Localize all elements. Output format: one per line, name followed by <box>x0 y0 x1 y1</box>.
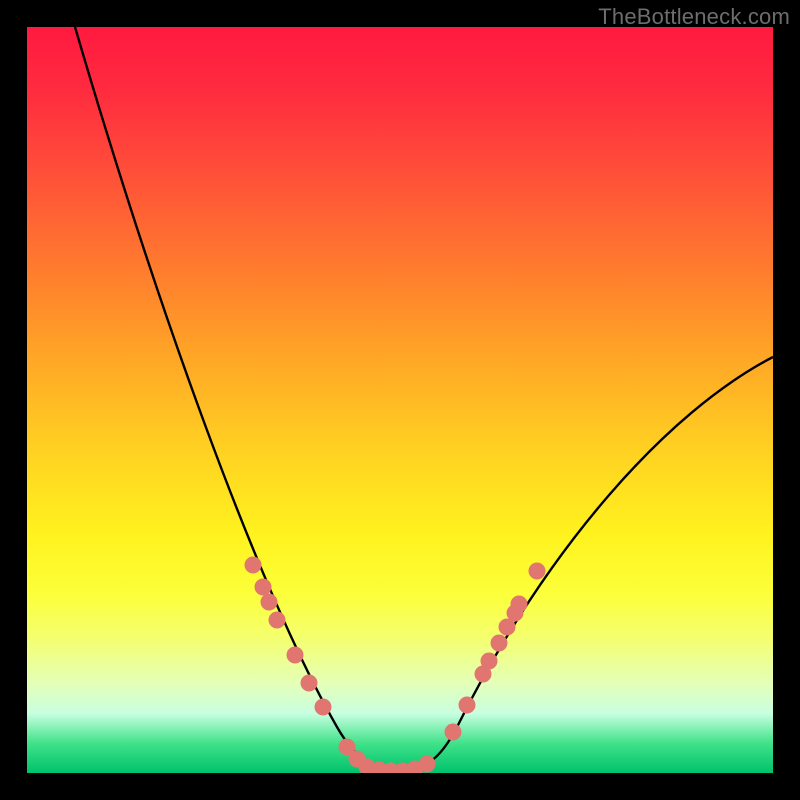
marker-dot <box>269 612 286 629</box>
marker-dot <box>491 635 508 652</box>
bottleneck-chart-svg <box>27 27 773 773</box>
marker-dot <box>245 557 262 574</box>
bottleneck-curve <box>75 27 773 771</box>
marker-dot <box>301 675 318 692</box>
marker-dot <box>529 563 546 580</box>
marker-dot <box>459 697 476 714</box>
marker-dot <box>419 756 436 773</box>
marker-group <box>245 557 546 774</box>
chart-frame: TheBottleneck.com <box>0 0 800 800</box>
marker-dot <box>315 699 332 716</box>
marker-dot <box>261 594 278 611</box>
chart-plot-area <box>27 27 773 773</box>
marker-dot <box>255 579 272 596</box>
marker-dot <box>287 647 304 664</box>
marker-dot <box>445 724 462 741</box>
watermark-text: TheBottleneck.com <box>598 4 790 30</box>
marker-dot <box>481 653 498 670</box>
marker-dot <box>511 596 528 613</box>
